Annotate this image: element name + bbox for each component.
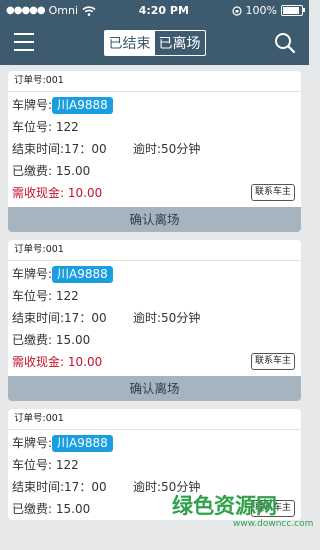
end-time-label: 结束时间:: [12, 311, 65, 325]
end-time-value: 17：00: [64, 311, 107, 325]
status-left: ●●●●● Omni: [6, 4, 96, 17]
paid-label: 已缴费:: [12, 502, 53, 516]
paid-value: 15.00: [55, 164, 91, 178]
status-bar: ●●●●● Omni 4:20 PM 100%: [0, 0, 309, 21]
time-row: 结束时间:17：00 逾时:50分钟: [8, 138, 301, 160]
plate-label: 车牌号:: [12, 267, 53, 281]
cash-value: 10.00: [67, 355, 103, 369]
order-card: 订单号:001 车牌号: 川A9888 车位号: 122 结束时间:17：00 逾…: [8, 71, 301, 232]
plate-badge: 川A9888: [52, 435, 113, 452]
confirm-exit-button[interactable]: 确认离场: [8, 207, 301, 232]
battery-icon: [280, 5, 305, 16]
spot-label: 车位号:: [12, 458, 53, 472]
time-row: 结束时间:17：00 逾时:50分钟: [8, 307, 301, 329]
plate-badge: 川A9888: [52, 266, 113, 283]
overtime-value: 50分钟: [161, 480, 201, 494]
nav-bar: 已结束 已离场: [0, 21, 309, 65]
paid-value: 15.00: [55, 502, 91, 516]
cash-label: 需收现金:: [12, 355, 65, 369]
paid-row: 已缴费: 15.00: [8, 160, 301, 182]
end-time-value: 17：00: [64, 142, 107, 156]
contact-owner-button[interactable]: 联系车主: [250, 353, 295, 370]
overtime-field: 逾时:50分钟: [133, 138, 200, 160]
tab-ended[interactable]: 已结束: [104, 31, 155, 55]
status-right: 100%: [231, 4, 305, 17]
spot-row: 车位号: 122: [8, 285, 301, 307]
cash-value: 10.00: [67, 186, 103, 200]
order-number: 订单号:001: [8, 240, 301, 261]
plate-row: 车牌号: 川A9888: [8, 263, 301, 285]
paid-label: 已缴费:: [12, 164, 53, 178]
cash-row: 需收现金: 10.00 联系车主: [8, 351, 301, 373]
orientation-lock-icon: [231, 5, 242, 16]
spot-label: 车位号:: [12, 289, 53, 303]
paid-row: 已缴费: 15.00: [8, 329, 301, 351]
status-time: 4:20 PM: [138, 4, 189, 17]
spot-value: 122: [55, 458, 79, 472]
plate-label: 车牌号:: [12, 436, 53, 450]
spot-label: 车位号:: [12, 120, 53, 134]
overtime-label: 逾时:: [133, 480, 162, 494]
search-icon[interactable]: [273, 31, 297, 55]
overtime-label: 逾时:: [133, 142, 162, 156]
spot-row: 车位号: 122: [8, 116, 301, 138]
end-time-label: 结束时间:: [12, 142, 65, 156]
order-number: 订单号:001: [8, 409, 301, 430]
plate-label: 车牌号:: [12, 98, 53, 112]
carrier-name: Omni: [48, 4, 79, 17]
watermark-logo: 绿色资源网: [172, 493, 277, 518]
battery-percent: 100%: [245, 4, 277, 17]
overtime-label: 逾时:: [133, 311, 162, 325]
wifi-icon: [82, 5, 96, 16]
paid-value: 15.00: [55, 333, 91, 347]
cash-row: 需收现金: 10.00 联系车主: [8, 182, 301, 204]
plate-row: 车牌号: 川A9888: [8, 432, 301, 454]
plate-badge: 川A9888: [52, 97, 113, 114]
tab-left[interactable]: 已离场: [155, 31, 205, 55]
end-time-value: 17：00: [64, 480, 107, 494]
contact-owner-button[interactable]: 联系车主: [250, 184, 295, 201]
spot-row: 车位号: 122: [8, 454, 301, 476]
cash-label: 需收现金:: [12, 186, 65, 200]
status-segmented-control: 已结束 已离场: [103, 30, 206, 56]
overtime-field: 逾时:50分钟: [133, 307, 200, 329]
watermark-url: www.downcc.com: [233, 519, 314, 529]
menu-icon[interactable]: [14, 33, 34, 51]
spot-value: 122: [55, 289, 79, 303]
end-time-label: 结束时间:: [12, 480, 65, 494]
plate-row: 车牌号: 川A9888: [8, 94, 301, 116]
confirm-exit-button[interactable]: 确认离场: [8, 376, 301, 401]
overtime-value: 50分钟: [161, 142, 201, 156]
order-list: 订单号:001 车牌号: 川A9888 车位号: 122 结束时间:17：00 逾…: [0, 65, 309, 520]
order-card: 订单号:001 车牌号: 川A9888 车位号: 122 结束时间:17：00 逾…: [8, 240, 301, 401]
order-number: 订单号:001: [8, 71, 301, 92]
signal-icon: ●●●●●: [6, 5, 46, 16]
spot-value: 122: [55, 120, 79, 134]
paid-label: 已缴费:: [12, 333, 53, 347]
overtime-value: 50分钟: [161, 311, 201, 325]
